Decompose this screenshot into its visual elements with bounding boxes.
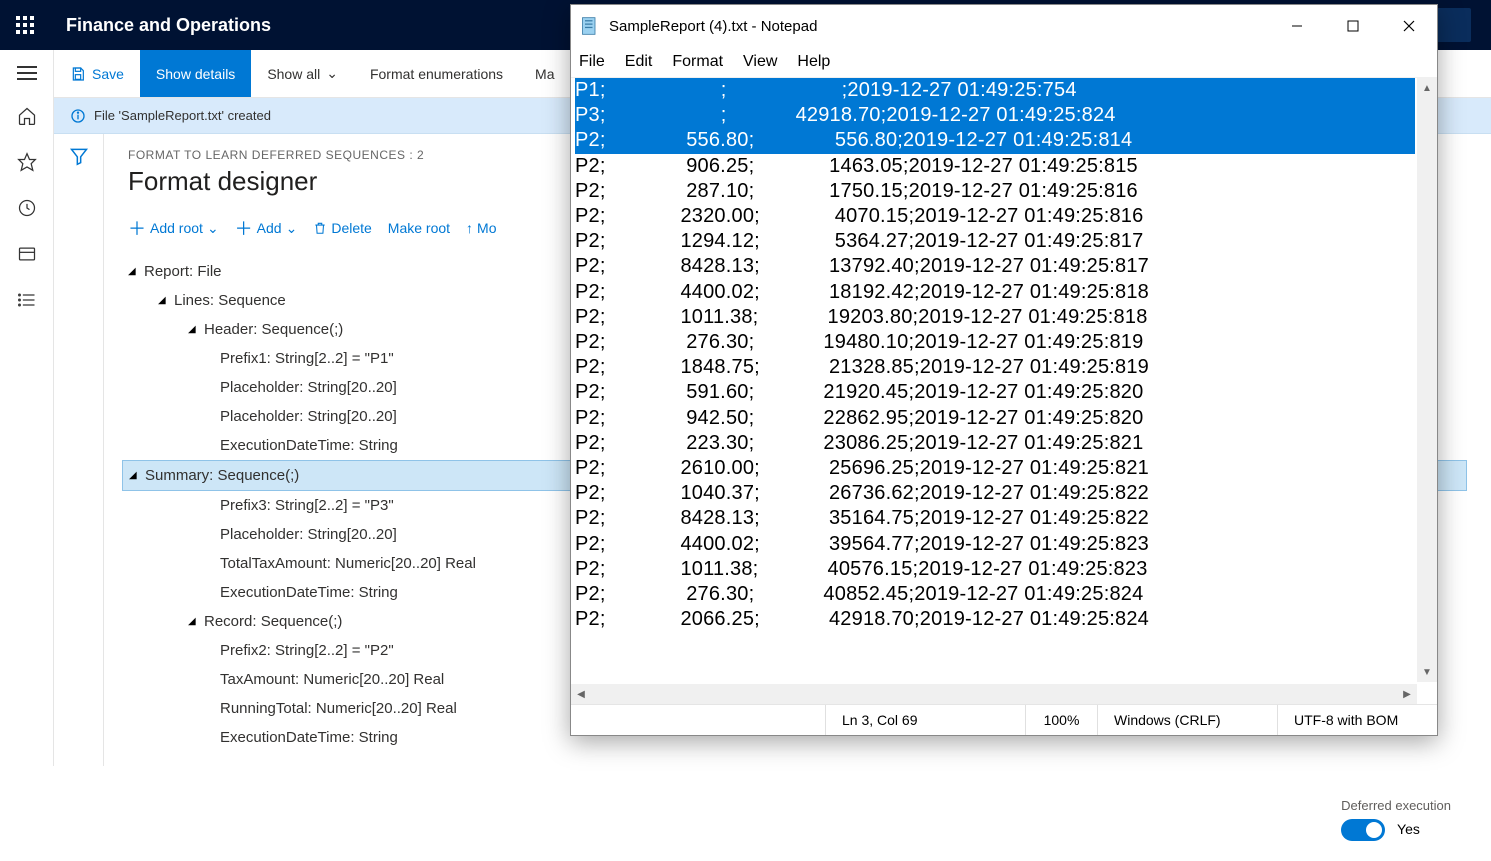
notepad-window: SampleReport (4).txt - Notepad File Edit… [570, 4, 1438, 736]
status-line-ending: Windows (CRLF) [1097, 705, 1277, 735]
property-label: Deferred execution [1341, 798, 1451, 813]
editor-line: P2; 276.30; 19480.10;2019-12-27 01:49:25… [575, 330, 1415, 355]
scroll-left-icon[interactable]: ◀ [571, 684, 591, 704]
vertical-scrollbar[interactable]: ▲ ▼ [1417, 78, 1437, 682]
notepad-titlebar[interactable]: SampleReport (4).txt - Notepad [571, 5, 1437, 47]
notepad-title: SampleReport (4).txt - Notepad [609, 18, 817, 35]
maximize-button[interactable] [1325, 5, 1381, 47]
home-icon[interactable] [17, 106, 37, 126]
editor-line: P2; 1294.12; 5364.27;2019-12-27 01:49:25… [575, 229, 1415, 254]
status-position: Ln 3, Col 69 [825, 705, 1025, 735]
close-button[interactable] [1381, 5, 1437, 47]
scroll-up-icon[interactable]: ▲ [1417, 78, 1437, 98]
save-button[interactable]: Save [54, 50, 140, 97]
notepad-statusbar: Ln 3, Col 69 100% Windows (CRLF) UTF-8 w… [571, 705, 1437, 735]
info-icon [70, 108, 86, 124]
mapping-button[interactable]: Ma [519, 50, 570, 97]
caret-icon: ◢ [188, 324, 198, 335]
editor-line: P3; ; 42918.70;2019-12-27 01:49:25:824 [575, 103, 1415, 128]
editor-line: P2; 942.50; 22862.95;2019-12-27 01:49:25… [575, 406, 1415, 431]
menu-edit[interactable]: Edit [625, 53, 653, 71]
menu-icon[interactable] [17, 66, 37, 80]
notepad-menu: File Edit Format View Help [571, 47, 1437, 77]
show-details-button[interactable]: Show details [140, 50, 251, 97]
trash-icon [313, 221, 327, 235]
info-banner-text: File 'SampleReport.txt' created [94, 108, 271, 123]
editor-line: P2; 2066.25; 42918.70;2019-12-27 01:49:2… [575, 607, 1415, 632]
save-label: Save [92, 66, 124, 82]
status-encoding: UTF-8 with BOM [1277, 705, 1437, 735]
module-icon[interactable] [17, 244, 37, 264]
status-spacer [571, 705, 825, 735]
show-details-label: Show details [156, 66, 235, 82]
status-zoom: 100% [1025, 705, 1097, 735]
format-enum-label: Format enumerations [370, 66, 503, 82]
editor-line: P2; 906.25; 1463.05;2019-12-27 01:49:25:… [575, 154, 1415, 179]
format-enumerations-button[interactable]: Format enumerations [354, 50, 519, 97]
save-icon [70, 66, 86, 82]
editor-line: P2; 2320.00; 4070.15;2019-12-27 01:49:25… [575, 204, 1415, 229]
add-button[interactable]: ＋Add ⌄ [235, 215, 298, 241]
editor-line: P2; 223.30; 23086.25;2019-12-27 01:49:25… [575, 431, 1415, 456]
minimize-button[interactable] [1269, 5, 1325, 47]
editor-line: P1; ; ;2019-12-27 01:49:25:754 [575, 78, 1415, 103]
editor-line: P2; 1011.38; 40576.15;2019-12-27 01:49:2… [575, 557, 1415, 582]
horizontal-scrollbar[interactable]: ◀ ▶ [571, 684, 1417, 704]
scroll-down-icon[interactable]: ▼ [1417, 662, 1437, 682]
star-icon[interactable] [17, 152, 37, 172]
toggle-value: Yes [1397, 821, 1420, 837]
editor-line: P2; 591.60; 21920.45;2019-12-27 01:49:25… [575, 380, 1415, 405]
scroll-right-icon[interactable]: ▶ [1397, 684, 1417, 704]
editor-line: P2; 276.30; 40852.45;2019-12-27 01:49:25… [575, 582, 1415, 607]
make-root-button[interactable]: Make root [388, 220, 450, 236]
editor-line: P2; 4400.02; 39564.77;2019-12-27 01:49:2… [575, 532, 1415, 557]
move-button[interactable]: ↑ Mo [466, 220, 496, 236]
editor-line: P2; 1848.75; 21328.85;2019-12-27 01:49:2… [575, 355, 1415, 380]
notepad-icon [579, 15, 601, 37]
filter-column [54, 134, 104, 766]
editor-line: P2; 556.80; 556.80;2019-12-27 01:49:25:8… [575, 128, 1415, 153]
mapping-label: Ma [535, 66, 554, 82]
editor-line: P2; 1011.38; 19203.80;2019-12-27 01:49:2… [575, 305, 1415, 330]
caret-icon: ◢ [128, 266, 138, 277]
editor-line: P2; 8428.13; 13792.40;2019-12-27 01:49:2… [575, 254, 1415, 279]
clock-icon[interactable] [17, 198, 37, 218]
editor-line: P2; 1040.37; 26736.62;2019-12-27 01:49:2… [575, 481, 1415, 506]
chevron-down-icon: ⌄ [286, 220, 298, 237]
chevron-down-icon: ⌄ [326, 65, 338, 82]
menu-format[interactable]: Format [672, 53, 723, 71]
arrow-up-icon: ↑ [466, 220, 473, 236]
menu-view[interactable]: View [743, 53, 777, 71]
deferred-execution-toggle[interactable] [1341, 819, 1385, 841]
delete-button[interactable]: Delete [313, 220, 371, 236]
chevron-down-icon: ⌄ [207, 220, 219, 237]
editor-line: P2; 2610.00; 25696.25;2019-12-27 01:49:2… [575, 456, 1415, 481]
menu-file[interactable]: File [579, 53, 605, 71]
caret-icon: ◢ [188, 616, 198, 627]
notepad-editor[interactable]: P1; ; ;2019-12-27 01:49:25:754P3; ; 4291… [571, 77, 1437, 705]
show-all-label: Show all [267, 66, 320, 82]
menu-help[interactable]: Help [797, 53, 830, 71]
filter-icon[interactable] [69, 146, 89, 166]
app-launcher-icon[interactable] [0, 0, 50, 50]
app-title: Finance and Operations [66, 15, 271, 36]
caret-icon: ◢ [158, 295, 168, 306]
editor-line: P2; 8428.13; 35164.75;2019-12-27 01:49:2… [575, 506, 1415, 531]
editor-line: P2; 4400.02; 18192.42;2019-12-27 01:49:2… [575, 280, 1415, 305]
add-root-button[interactable]: ＋Add root ⌄ [128, 215, 219, 241]
property-deferred-execution: Deferred execution Yes [1341, 798, 1451, 841]
list-icon[interactable] [17, 290, 37, 310]
show-all-button[interactable]: Show all ⌄ [251, 50, 354, 97]
caret-icon: ◢ [129, 470, 139, 481]
left-rail [0, 50, 54, 766]
editor-line: P2; 287.10; 1750.15;2019-12-27 01:49:25:… [575, 179, 1415, 204]
